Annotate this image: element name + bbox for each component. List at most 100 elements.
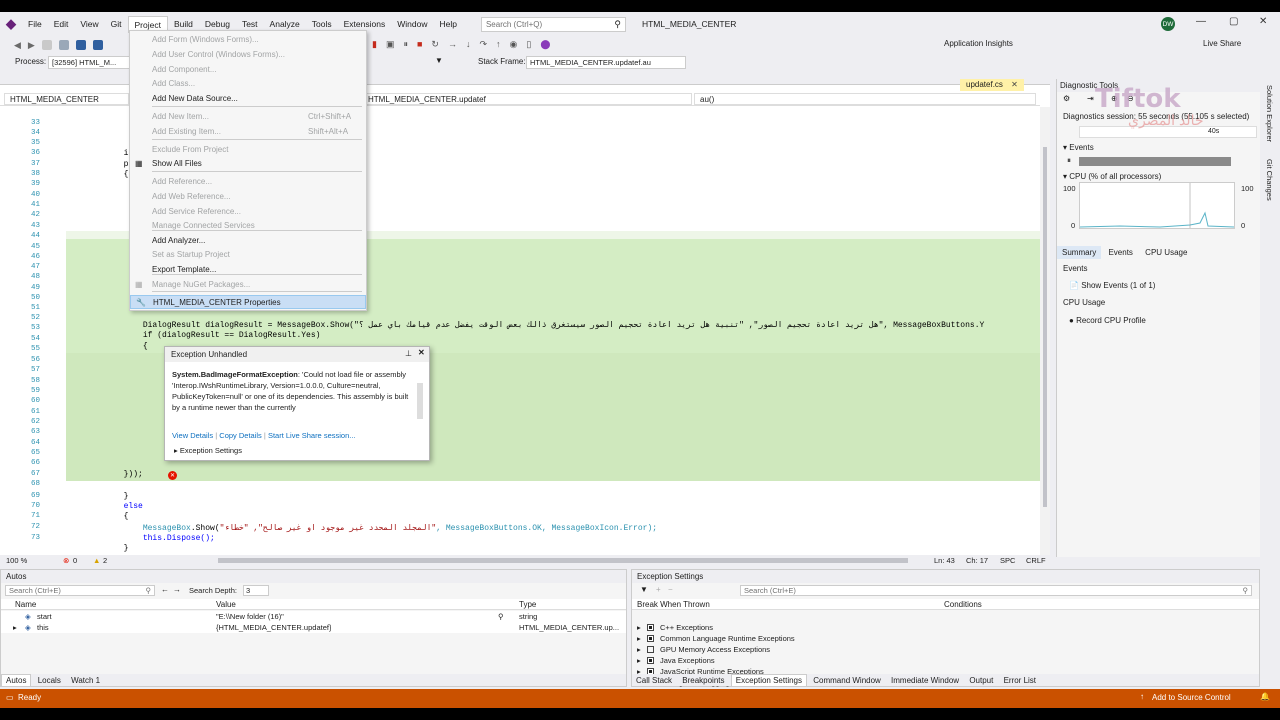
menu-file[interactable]: File <box>22 16 48 32</box>
stop-icon[interactable]: ■ <box>417 39 422 50</box>
tab-call-stack[interactable]: Call Stack <box>632 675 676 686</box>
exception-settings-expander[interactable]: ▸ Exception Settings <box>174 446 242 455</box>
tab-error-list[interactable]: Error List <box>1000 675 1040 686</box>
restart-icon[interactable]: ↻ <box>431 39 439 50</box>
live-share-link[interactable]: Start Live Share session... <box>268 431 356 440</box>
notifications-icon[interactable]: 🔔 <box>1260 692 1270 701</box>
show-next-statement-icon[interactable]: → <box>448 39 457 50</box>
new-project-icon[interactable] <box>41 40 52 50</box>
table-row[interactable]: ◈ start "E:\\New folder (16)" ⚲ string <box>1 611 626 622</box>
filter-icon[interactable]: ▼ <box>435 56 443 65</box>
remove-icon[interactable]: − <box>668 585 673 594</box>
search-depth-combo[interactable]: 3 <box>243 585 269 596</box>
search-back-icon[interactable]: ← <box>161 585 169 594</box>
column-value[interactable]: Value <box>216 600 236 609</box>
select-tools-icon[interactable]: ⇥ <box>1087 94 1094 103</box>
pause-icon[interactable]: ⏸ <box>403 39 408 50</box>
project-menu-item[interactable]: Add Analyzer... <box>130 234 366 248</box>
tab-close-icon[interactable]: ✕ <box>1011 80 1018 89</box>
search-input[interactable]: Search (Ctrl+Q) ⚲ <box>480 16 626 32</box>
step-into-icon[interactable]: ↓ <box>466 39 471 50</box>
step-out-icon[interactable]: ↑ <box>496 39 501 50</box>
tab-exception-settings[interactable]: Exception Settings <box>730 674 807 687</box>
cpu-header[interactable]: ▾ CPU (% of all processors) <box>1063 172 1161 181</box>
pin-icon[interactable]: ⊥ <box>405 349 412 358</box>
tab-command-window[interactable]: Command Window <box>809 675 885 686</box>
record-cpu-button[interactable]: ● Record CPU Profile <box>1069 316 1146 325</box>
stack-frame-combo[interactable]: HTML_MEDIA_CENTER.updatef.au <box>526 56 686 69</box>
screenshot-icon[interactable]: ▣ <box>386 39 395 50</box>
expand-icon[interactable]: ▸ <box>13 623 17 632</box>
live-share-button[interactable]: Live Share <box>1203 39 1241 48</box>
row-value[interactable]: "E:\\New folder (16)" <box>216 612 284 621</box>
line-ending[interactable]: CRLF <box>1026 556 1046 565</box>
nav-class-combo[interactable]: HTML_MEDIA_CENTER.updatef <box>362 93 692 105</box>
tab-output[interactable]: Output <box>965 675 997 686</box>
tab-updatef-cs[interactable]: updatef.cs ✕ <box>960 79 1024 91</box>
forward-icon[interactable]: ▶ <box>28 40 35 51</box>
tab-immediate-window[interactable]: Immediate Window <box>887 675 963 686</box>
tab-watch-1[interactable]: Watch 1 <box>67 675 104 686</box>
project-menu-item[interactable]: Add New Data Source... <box>130 92 366 106</box>
menu-git[interactable]: Git <box>105 16 128 32</box>
column-name[interactable]: Name <box>15 600 36 609</box>
exception-checkbox[interactable] <box>647 657 654 664</box>
user-avatar[interactable]: DW <box>1161 17 1175 31</box>
application-insights-icon[interactable]: ⬤ <box>540 39 550 50</box>
autos-search-input[interactable]: Search (Ctrl+E) ⚲ <box>5 585 155 596</box>
back-icon[interactable]: ◀ <box>14 40 21 51</box>
error-count-icon[interactable]: ⊗ <box>63 556 69 565</box>
editor-scroll-thumb[interactable] <box>1043 147 1047 507</box>
exception-search-input[interactable]: Search (Ctrl+E) ⚲ <box>740 585 1252 596</box>
nav-project-combo[interactable]: HTML_MEDIA_CENTER <box>4 93 129 105</box>
project-menu-item[interactable]: HTML_MEDIA_CENTER Properties 🔧 <box>130 295 366 309</box>
solution-explorer-tab[interactable]: Solution Explorer <box>1265 85 1274 142</box>
list-item[interactable]: ▸ Common Language Runtime Exceptions <box>632 633 1259 644</box>
minimize-icon[interactable]: — <box>1196 16 1206 27</box>
visualizer-icon[interactable]: ⚲ <box>498 612 504 621</box>
horizontal-scrollbar[interactable] <box>218 558 908 563</box>
expand-icon[interactable]: ▸ <box>637 623 641 632</box>
tab-summary[interactable]: Summary <box>1057 246 1102 259</box>
table-row[interactable]: ▸ ◈ this {HTML_MEDIA_CENTER.updatef} HTM… <box>1 622 626 633</box>
menu-help[interactable]: Help <box>433 16 462 32</box>
list-item[interactable]: ▸ C++ Exceptions <box>632 622 1259 633</box>
open-icon[interactable] <box>58 40 69 50</box>
save-icon[interactable] <box>75 40 86 50</box>
warning-count-icon[interactable]: ▲ <box>93 556 100 565</box>
list-item[interactable]: ▸ Java Exceptions <box>632 655 1259 666</box>
source-control-icon[interactable]: ↑ <box>1140 692 1144 701</box>
show-events-link[interactable]: 📄 Show Events (1 of 1) <box>1069 281 1155 290</box>
tab-cpu-usage[interactable]: CPU Usage <box>1140 246 1192 259</box>
menu-edit[interactable]: Edit <box>48 16 75 32</box>
exception-checkbox[interactable] <box>647 646 654 653</box>
events-header[interactable]: ▾ Events <box>1063 143 1094 152</box>
warning-count[interactable]: 2 <box>103 556 107 565</box>
column-conditions[interactable]: Conditions <box>944 600 982 609</box>
close-icon[interactable]: ✕ <box>1259 16 1267 27</box>
view-details-link[interactable]: View Details <box>172 431 213 440</box>
step-over-icon[interactable]: ↷ <box>479 39 487 50</box>
nav-member-combo[interactable]: au() <box>694 93 1036 105</box>
list-item[interactable]: ▸ GPU Memory Access Exceptions <box>632 644 1259 655</box>
copy-details-link[interactable]: Copy Details <box>219 431 262 440</box>
save-all-icon[interactable] <box>92 40 103 50</box>
bookmark-icon[interactable]: ▯ <box>526 39 531 50</box>
search-forward-icon[interactable]: → <box>173 585 181 594</box>
maximize-icon[interactable]: ▢ <box>1229 16 1238 27</box>
expand-icon[interactable]: ▸ <box>637 645 641 654</box>
column-break-when-thrown[interactable]: Break When Thrown <box>637 600 710 609</box>
git-changes-tab[interactable]: Git Changes <box>1265 159 1274 201</box>
expand-icon[interactable]: ▸ <box>637 656 641 665</box>
add-icon[interactable]: + <box>656 585 661 594</box>
breakpoint-icon[interactable]: ◉ <box>510 39 518 50</box>
zoom-level[interactable]: 100 % <box>6 556 27 565</box>
expand-icon[interactable]: ▸ <box>637 634 641 643</box>
error-count[interactable]: 0 <box>73 556 77 565</box>
row-value[interactable]: {HTML_MEDIA_CENTER.updatef} <box>216 623 331 632</box>
close-popup-icon[interactable]: ✕ <box>418 348 425 357</box>
tab-autos[interactable]: Autos <box>1 674 32 687</box>
hot-reload-icon[interactable]: ▮ <box>372 39 377 50</box>
tab-locals[interactable]: Locals <box>34 675 65 686</box>
menu-window[interactable]: Window <box>391 16 433 32</box>
